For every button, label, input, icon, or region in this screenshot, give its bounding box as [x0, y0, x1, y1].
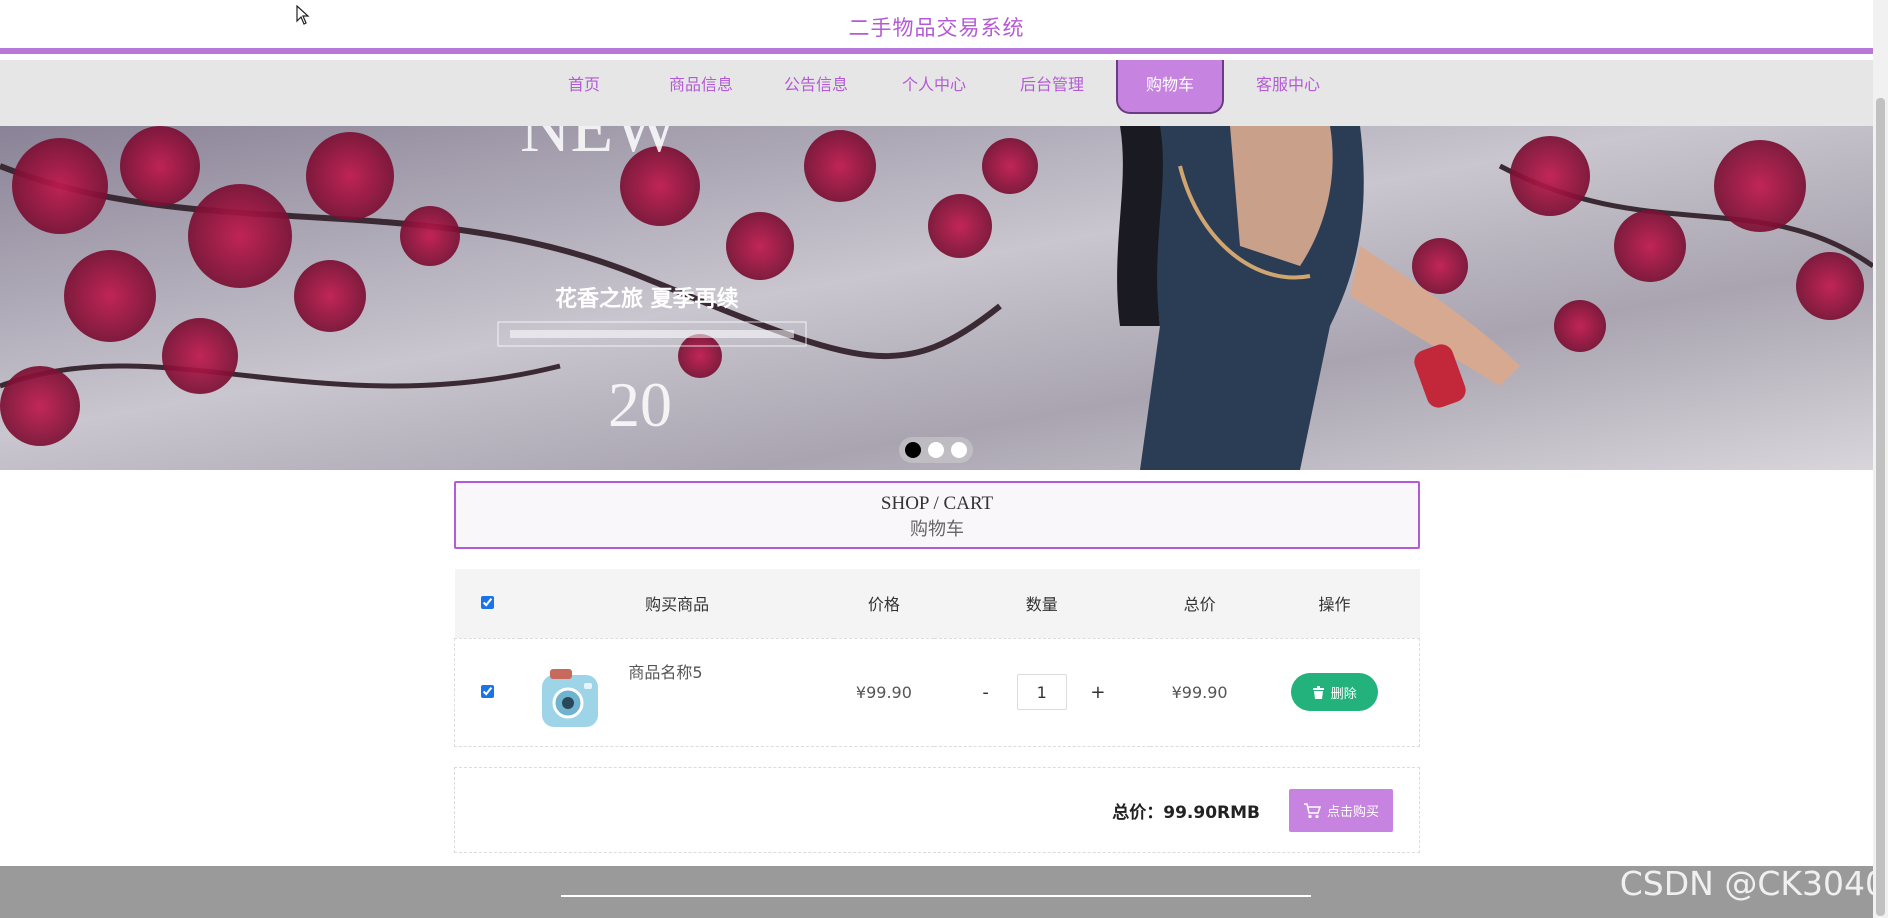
header-subtotal: 总价: [1183, 595, 1216, 615]
product-name[interactable]: 商品名称5: [628, 659, 702, 683]
watermark: CSDN @CK3040: [1619, 864, 1886, 903]
banner-image: NEW 花香之旅 夏季再续 20: [0, 126, 1873, 470]
section-title: SHOP / CART 购物车: [454, 481, 1420, 549]
table-row: 商品名称5 ¥99.90 - + ¥99.90 删除: [454, 638, 1420, 746]
header-price: 价格: [867, 595, 900, 615]
qty-increase-button[interactable]: +: [1084, 682, 1112, 703]
nav-item-service[interactable]: 客服中心: [1233, 60, 1343, 114]
action-cell: 删除: [1250, 638, 1420, 746]
site-header: 二手物品交易系统: [0, 0, 1873, 54]
product-subtotal: ¥99.90: [1171, 682, 1228, 702]
carousel-indicators: [899, 437, 973, 463]
svg-text:NEW: NEW: [520, 126, 679, 167]
mouse-cursor-icon: [296, 5, 310, 25]
buy-button[interactable]: 点击购买: [1289, 789, 1393, 832]
product-price: ¥99.90: [855, 682, 912, 702]
carousel-dot-2[interactable]: [928, 442, 944, 458]
banner-carousel[interactable]: NEW 花香之旅 夏季再续 20: [0, 126, 1873, 470]
banner-number: 20: [608, 369, 672, 440]
main-nav: 首页 商品信息 公告信息 个人中心 后台管理 购物车 客服中心: [0, 60, 1873, 126]
carousel-dot-3[interactable]: [951, 442, 967, 458]
nav-item-profile[interactable]: 个人中心: [879, 60, 989, 114]
scrollbar-thumb[interactable]: [1876, 98, 1885, 916]
nav-item-products[interactable]: 商品信息: [646, 60, 756, 114]
product-image[interactable]: [528, 656, 609, 737]
section-title-cn: 购物车: [910, 519, 964, 539]
section-title-en: SHOP / CART: [880, 493, 994, 514]
nav-item-home[interactable]: 首页: [529, 60, 639, 114]
select-all-checkbox[interactable]: [480, 595, 494, 609]
footer-divider: [561, 895, 1311, 897]
qty-decrease-button[interactable]: -: [972, 682, 1000, 703]
cart-total-bar: 总价：99.90RMB 点击购买: [454, 767, 1420, 853]
qty-input[interactable]: [1016, 674, 1067, 710]
cart-header-row: 购买商品 价格 数量 总价 操作: [454, 569, 1420, 638]
cart-icon: [1303, 802, 1321, 818]
quantity-stepper: - +: [934, 638, 1150, 746]
header-quantity: 数量: [1025, 595, 1058, 615]
delete-button[interactable]: 删除: [1290, 673, 1378, 711]
row-checkbox[interactable]: [481, 684, 495, 698]
total-price: 总价：99.90RMB: [1112, 803, 1260, 823]
trash-icon: [1312, 685, 1324, 699]
select-all-cell: [455, 569, 521, 638]
footer-bar: [0, 866, 1873, 918]
scrollbar[interactable]: [1873, 0, 1888, 918]
banner-headline: 花香之旅 夏季再续: [555, 286, 739, 312]
product-cell: 商品名称5: [520, 638, 834, 746]
nav-item-admin[interactable]: 后台管理: [997, 60, 1107, 114]
header-action: 操作: [1318, 595, 1351, 615]
delete-button-label: 删除: [1330, 685, 1357, 701]
header-product: 购买商品: [645, 595, 710, 615]
page: 二手物品交易系统 首页 商品信息 公告信息 个人中心 后台管理 购物车 客服中心: [0, 0, 1888, 918]
buy-button-label: 点击购买: [1326, 805, 1379, 820]
row-select-cell: [455, 638, 521, 746]
cart-table: 购买商品 价格 数量 总价 操作 商品名称5 ¥99.90 - 1 + ¥99.…: [454, 569, 1420, 747]
nav-item-cart[interactable]: 购物车: [1116, 60, 1224, 114]
nav-item-notices[interactable]: 公告信息: [761, 60, 871, 114]
carousel-dot-1[interactable]: [905, 442, 921, 458]
site-title: 二手物品交易系统: [848, 16, 1025, 40]
